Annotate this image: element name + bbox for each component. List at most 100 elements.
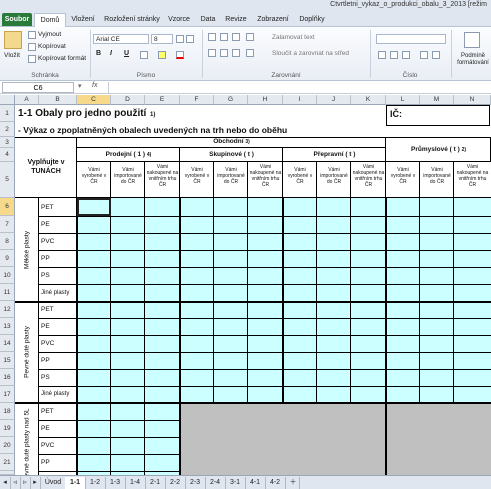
row-header[interactable]: 7 [0, 216, 15, 233]
row-header[interactable]: 10 [0, 267, 15, 284]
sheet-tab[interactable]: 2-1 [145, 477, 166, 489]
column-header[interactable]: F [180, 95, 214, 105]
conditional-format-icon[interactable] [464, 32, 480, 48]
column-header[interactable]: C [77, 95, 111, 105]
decrease-decimal-icon[interactable] [432, 51, 440, 59]
sheet-tab[interactable]: 1-2 [85, 477, 106, 489]
input-area[interactable] [77, 403, 180, 475]
name-box[interactable]: C6 [2, 82, 74, 93]
sheet-tab[interactable]: 1-3 [105, 477, 126, 489]
indent-icon[interactable] [246, 49, 254, 57]
font-color-icon[interactable] [176, 51, 184, 59]
column-header[interactable]: B [39, 95, 77, 105]
selected-cell[interactable] [77, 198, 111, 216]
title-footnote: 1) [150, 112, 156, 118]
format-painter-button[interactable]: Kopírovat formát [38, 55, 86, 62]
row-header[interactable]: 3 [0, 137, 15, 148]
sheet-tab[interactable]: 2-2 [165, 477, 186, 489]
row-header[interactable]: 11 [0, 284, 15, 301]
tab-formulas[interactable]: Vzorce [164, 13, 194, 26]
sheet-tab[interactable]: 2-3 [185, 477, 206, 489]
align-top-icon[interactable] [208, 33, 216, 41]
column-header[interactable]: E [145, 95, 180, 105]
row-header[interactable]: 13 [0, 318, 15, 335]
row-header[interactable]: 6 [0, 198, 15, 216]
select-all-corner[interactable] [0, 95, 15, 105]
wrap-text-button[interactable]: Zalamovat text [272, 34, 315, 41]
orientation-icon[interactable] [246, 33, 254, 41]
row-header[interactable]: 19 [0, 420, 15, 437]
sheet-tab[interactable]: 4-2 [265, 477, 286, 489]
conditional-format-button[interactable]: Podmíně formátování [455, 53, 491, 67]
row-header[interactable]: 5 [0, 162, 15, 198]
sheet-tab[interactable]: 3-1 [225, 477, 246, 489]
grow-font-icon[interactable] [176, 35, 184, 43]
column-header[interactable]: J [317, 95, 351, 105]
sheet-tab[interactable]: 4-1 [245, 477, 266, 489]
sheet-tab[interactable]: 2-4 [205, 477, 226, 489]
increase-decimal-icon[interactable] [420, 51, 428, 59]
tab-review[interactable]: Revize [222, 13, 250, 26]
font-size-dropdown[interactable]: 8 [151, 34, 173, 44]
bold-button[interactable]: B [96, 50, 101, 57]
row-header[interactable]: 8 [0, 233, 15, 250]
percent-icon[interactable] [390, 51, 398, 59]
insert-sheet-icon[interactable]: ＋ [287, 477, 300, 489]
row-header[interactable]: 9 [0, 250, 15, 267]
row-header[interactable]: 21 [0, 454, 15, 471]
sheet-tab[interactable]: Úvod [41, 477, 66, 489]
align-bottom-icon[interactable] [232, 33, 240, 41]
column-header[interactable]: I [283, 95, 317, 105]
align-center-icon[interactable] [220, 49, 228, 57]
paste-icon[interactable] [4, 31, 22, 49]
merge-center-button[interactable]: Sloučit a zarovnat na střed [272, 50, 349, 57]
formula-input[interactable] [108, 82, 488, 93]
tab-scroll-last-icon[interactable]: ▸ [30, 477, 41, 489]
column-header[interactable]: K [351, 95, 386, 105]
copy-button[interactable]: Kopírovat [38, 43, 66, 50]
fill-color-icon[interactable] [158, 51, 166, 59]
thousands-icon[interactable] [402, 51, 410, 59]
row-header[interactable]: 17 [0, 386, 15, 403]
row-header[interactable]: 18 [0, 403, 15, 420]
tab-data[interactable]: Data [196, 13, 220, 26]
name-box-dropdown-icon[interactable]: ▾ [78, 82, 84, 93]
tab-page-layout[interactable]: Rozložení stránky [102, 13, 162, 26]
number-format-dropdown[interactable] [376, 34, 446, 44]
shrink-font-icon[interactable] [186, 35, 194, 43]
currency-icon[interactable] [378, 51, 386, 59]
cut-button[interactable]: Vyjmout [38, 31, 61, 38]
row-header[interactable]: 15 [0, 352, 15, 369]
align-right-icon[interactable] [232, 49, 240, 57]
column-header[interactable]: N [454, 95, 491, 105]
column-header[interactable]: L [386, 95, 420, 105]
row-header[interactable]: 12 [0, 301, 15, 318]
tab-addins[interactable]: Doplňky [296, 13, 328, 26]
sheet-tab[interactable]: 1-4 [125, 477, 146, 489]
tab-view[interactable]: Zobrazení [254, 13, 292, 26]
row-header[interactable]: 2 [0, 122, 15, 137]
row-header[interactable]: 20 [0, 437, 15, 454]
ribbon-tabs: Soubor Domů Vložení Rozložení stránky Vz… [0, 11, 491, 27]
align-left-icon[interactable] [208, 49, 216, 57]
column-header[interactable]: M [420, 95, 454, 105]
row-header[interactable]: 16 [0, 369, 15, 386]
font-name-dropdown[interactable]: Arial CE [93, 34, 149, 44]
paste-button[interactable]: Vložit [4, 52, 20, 59]
tab-file[interactable]: Soubor [2, 13, 32, 26]
column-header[interactable]: H [248, 95, 283, 105]
fx-icon[interactable]: fx [92, 82, 97, 89]
borders-icon[interactable] [140, 51, 148, 59]
tab-insert[interactable]: Vložení [68, 13, 98, 26]
tab-home[interactable]: Domů [34, 13, 66, 27]
align-middle-icon[interactable] [220, 33, 228, 41]
row-header[interactable]: 14 [0, 335, 15, 352]
column-header[interactable]: D [111, 95, 145, 105]
sheet-tab[interactable]: 1-1 [65, 477, 86, 489]
underline-button[interactable]: U [124, 50, 129, 57]
column-header[interactable]: G [214, 95, 248, 105]
italic-button[interactable]: I [110, 50, 112, 57]
row-header[interactable]: 4 [0, 148, 15, 162]
row-header[interactable]: 1 [0, 105, 15, 122]
column-header[interactable]: A [15, 95, 39, 105]
